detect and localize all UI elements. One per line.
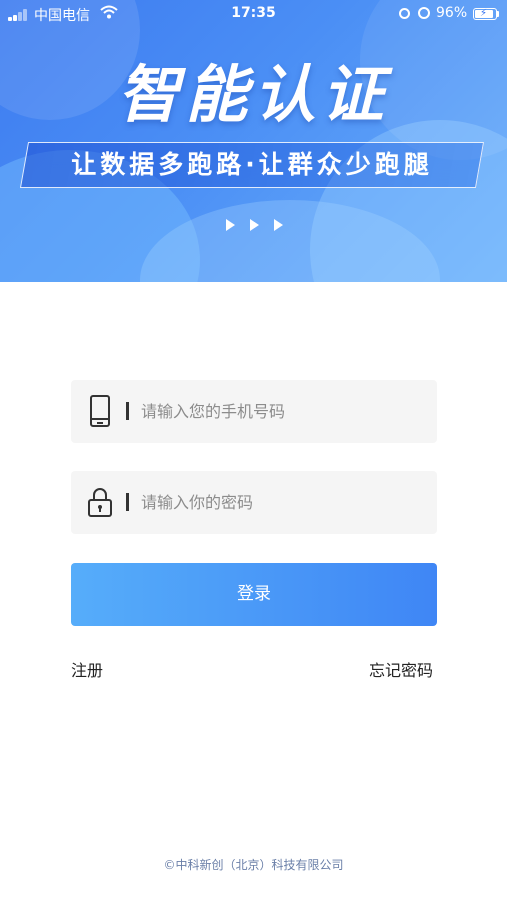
- login-button[interactable]: 登录: [71, 563, 437, 626]
- password-field[interactable]: [71, 471, 437, 534]
- text-cursor: [126, 402, 129, 420]
- password-input[interactable]: [141, 471, 421, 534]
- forgot-password-link[interactable]: 忘记密码: [369, 657, 433, 681]
- banner-slogan: 让数据多跑路·让群众少跑腿: [71, 150, 433, 179]
- arrow-indicator-icon: [226, 218, 286, 232]
- orientation-lock-icon: [399, 8, 410, 19]
- banner-title: 智能认证: [117, 58, 390, 131]
- status-bar: 中国电信 17:35 96% ⚡: [0, 0, 507, 28]
- phone-field[interactable]: [71, 380, 437, 443]
- footer-copyright: ©中科新创（北京）科技有限公司: [163, 858, 344, 872]
- phone-input[interactable]: [141, 380, 421, 443]
- text-cursor: [126, 493, 129, 511]
- battery-percent: 96%: [436, 5, 468, 21]
- register-link[interactable]: 注册: [71, 657, 103, 681]
- charging-bolt-icon: ⚡: [480, 8, 488, 19]
- alarm-icon: [418, 7, 430, 19]
- mobile-phone-icon: [90, 395, 110, 427]
- battery-cap: [497, 11, 499, 17]
- status-time: 17:35: [231, 5, 276, 21]
- header-banner: 中国电信 17:35 96% ⚡ 智能认证 让数据多跑路·让群众少跑腿: [0, 0, 507, 282]
- battery-icon: ⚡: [473, 8, 497, 20]
- padlock-icon: [88, 488, 112, 517]
